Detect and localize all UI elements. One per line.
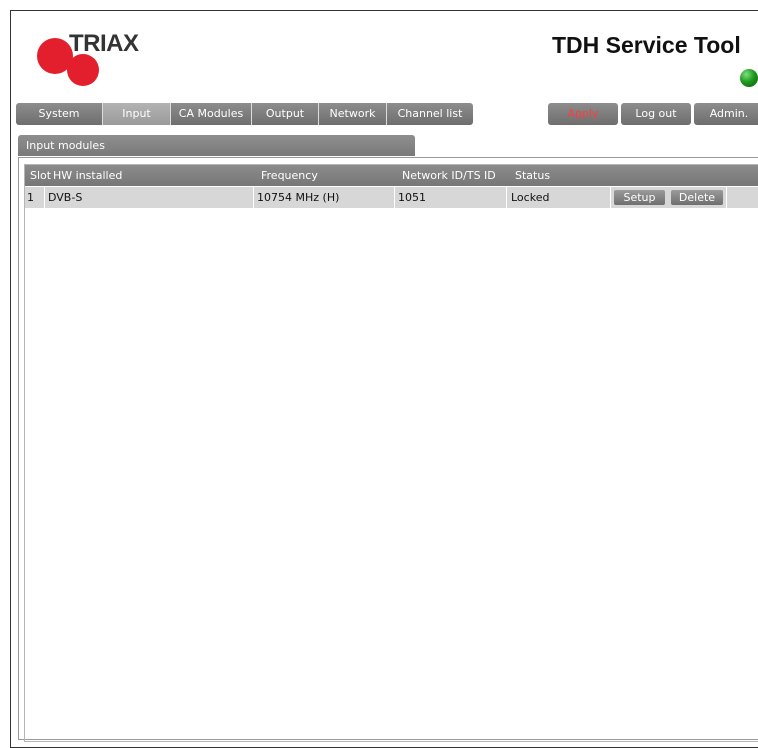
- status-led-icon: [740, 69, 758, 87]
- cell-hw-installed: DVB-S: [48, 191, 83, 204]
- triax-logo: TRIAX: [37, 30, 167, 90]
- cell-status: Locked: [511, 191, 550, 204]
- cell-frequency: 10754 MHz (H): [257, 191, 340, 204]
- tab-channel-list[interactable]: Channel list: [387, 103, 473, 125]
- tab-input[interactable]: Input: [103, 103, 171, 125]
- tab-ca-modules[interactable]: CA Modules: [171, 103, 252, 125]
- logout-button[interactable]: Log out: [621, 103, 691, 125]
- table-header: Slot HW installed Frequency Network ID/T…: [25, 165, 758, 186]
- cell-divider: [506, 187, 507, 208]
- app-title: TDH Service Tool: [552, 32, 741, 58]
- setup-button[interactable]: Setup: [614, 190, 665, 205]
- cell-divider: [610, 187, 611, 208]
- tab-system[interactable]: System: [16, 103, 103, 125]
- cell-divider: [44, 187, 45, 208]
- column-header-frequency: Frequency: [261, 169, 318, 182]
- cell-divider: [394, 187, 395, 208]
- input-modules-table: Slot HW installed Frequency Network ID/T…: [24, 164, 758, 742]
- apply-button[interactable]: Apply: [548, 103, 618, 125]
- main-nav-tabs: System Input CA Modules Output Network C…: [16, 103, 473, 125]
- input-modules-panel: Slot HW installed Frequency Network ID/T…: [18, 157, 758, 742]
- tab-network[interactable]: Network: [319, 103, 387, 125]
- column-header-slot: Slot: [30, 169, 52, 182]
- delete-button[interactable]: Delete: [671, 190, 723, 205]
- logo-dot-small: [67, 54, 99, 86]
- cell-divider: [253, 187, 254, 208]
- logo-text: TRIAX: [69, 30, 139, 57]
- cell-slot: 1: [27, 191, 34, 204]
- column-header-network-id: Network ID/TS ID: [402, 169, 496, 182]
- cell-network-id: 1051: [398, 191, 426, 204]
- tab-output[interactable]: Output: [252, 103, 319, 125]
- admin-button[interactable]: Admin.: [694, 103, 758, 125]
- cell-divider: [726, 187, 727, 208]
- column-header-status: Status: [515, 169, 551, 182]
- section-title-bar: Input modules: [18, 135, 415, 156]
- column-header-hw-installed: HW installed: [53, 169, 123, 182]
- table-row[interactable]: 1 DVB-S 10754 MHz (H) 1051 Locked Setup …: [25, 187, 758, 208]
